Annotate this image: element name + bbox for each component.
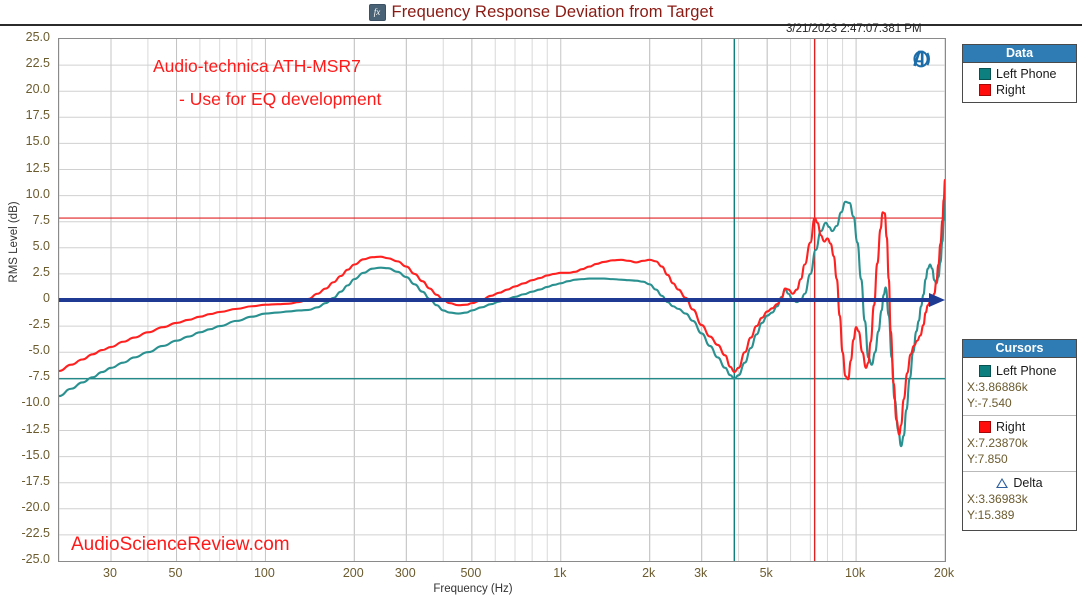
x-axis-tick-label: 50 <box>168 566 183 580</box>
cursor-group-label: Right <box>996 420 1026 434</box>
cursor-group-label: Delta <box>1013 476 1043 490</box>
x-axis-tick-label: 1k <box>553 566 567 580</box>
y-axis-tick-label: 15.0 <box>25 134 50 149</box>
cursor-group-header: Right <box>963 419 1076 435</box>
y-axis-label: RMS Level (dB) <box>8 201 20 283</box>
y-axis-tick-label: -22.5 <box>21 525 51 540</box>
y-axis-tick-label: 20.0 <box>25 82 50 97</box>
y-axis-tick-label: -17.5 <box>21 473 51 488</box>
cursor-x-value: X:7.23870k <box>967 436 1028 450</box>
y-axis-tick-label: -20.0 <box>21 499 51 514</box>
y-axis-tick-label: 22.5 <box>25 56 50 71</box>
fx-icon: fx <box>368 3 386 21</box>
y-axis-tick-label: -7.5 <box>28 369 50 384</box>
x-axis-tick-label: 100 <box>253 566 275 580</box>
data-panel-header: Data <box>963 45 1076 63</box>
data-legend-panel: Data Left Phone Right <box>962 44 1077 103</box>
x-axis-tick-label: 200 <box>342 566 364 580</box>
legend-color-swatch <box>979 84 991 96</box>
annotation-line-2: - Use for EQ development <box>179 89 382 109</box>
legend-item-label: Right <box>996 83 1026 97</box>
x-axis-tick-label: 3k <box>694 566 708 580</box>
cursor-x-value: X:3.36983k <box>967 492 1028 506</box>
x-axis-tick-label: 500 <box>460 566 482 580</box>
cursors-panel-header: Cursors <box>963 340 1076 358</box>
cursor-group-label: Left Phone <box>996 364 1057 378</box>
page-title: Frequency Response Deviation from Target <box>391 2 714 21</box>
cursor-group: Right X:7.23870k Y:7.850 <box>963 417 1076 470</box>
watermark: AudioScienceReview.com <box>71 534 290 555</box>
cursor-y-value: Y:7.850 <box>967 452 1008 466</box>
cursors-panel: Cursors Left Phone X:3.86886k Y:-7.540 Righ… <box>962 339 1077 531</box>
cursors-panel-body: Left Phone X:3.86886k Y:-7.540 Right X:7.238… <box>963 358 1076 530</box>
annotation-line-1: Audio-technica ATH-MSR7 <box>153 56 361 76</box>
cursor-y-value: Y:15.389 <box>967 508 1015 522</box>
panel-divider <box>963 471 1076 472</box>
x-axis-tick-label: 20k <box>933 566 955 580</box>
x-axis-tick-label: 30 <box>103 566 117 580</box>
capture-timestamp: 3/21/2023 2:47:07.381 PM <box>786 23 922 35</box>
x-axis-tick-label: 10k <box>845 566 866 580</box>
audio-precision-logo-icon <box>913 50 930 68</box>
legend-item[interactable]: Right <box>963 82 1076 98</box>
y-axis-tick-label: -10.0 <box>21 395 51 410</box>
cursor-group: Delta X:3.36983k Y:15.389 <box>963 473 1076 526</box>
panel-divider <box>963 415 1076 416</box>
frequency-response-chart-window: fx Frequency Response Deviation from Tar… <box>0 0 1082 600</box>
cursor-y-value: Y:-7.540 <box>967 396 1012 410</box>
legend-item-label: Left Phone <box>996 67 1057 81</box>
plot-canvas <box>59 39 945 561</box>
delta-triangle-icon <box>996 478 1009 488</box>
x-axis-tick-label: 5k <box>759 566 773 580</box>
cursor-x-value: X:3.86886k <box>967 380 1028 394</box>
plot-area[interactable]: Audio-technica ATH-MSR7 - Use for EQ dev… <box>58 38 946 562</box>
cursor-group: Left Phone X:3.86886k Y:-7.540 <box>963 361 1076 414</box>
x-axis-tick-label: 300 <box>394 566 416 580</box>
cursor-color-swatch <box>979 421 991 433</box>
x-axis-label: Frequency (Hz) <box>433 583 513 595</box>
y-axis-tick-label: -25.0 <box>21 552 51 566</box>
legend-item[interactable]: Left Phone <box>963 66 1076 82</box>
x-axis-tick-label: 2k <box>642 566 656 580</box>
y-axis-tick-label: -15.0 <box>21 447 51 462</box>
cursor-color-swatch <box>979 365 991 377</box>
y-axis-tick-label: 25.0 <box>25 30 50 44</box>
y-axis-tick-label: 17.5 <box>25 108 50 123</box>
data-panel-body: Left Phone Right <box>963 63 1076 102</box>
reference-line-arrow-icon <box>929 293 945 307</box>
cursor-delta-header: Delta <box>963 475 1076 491</box>
legend-color-swatch <box>979 68 991 80</box>
y-axis-tick-label: -5.0 <box>28 343 50 358</box>
cursor-group-header: Left Phone <box>963 363 1076 379</box>
y-axis-tick-label: -12.5 <box>21 421 51 436</box>
